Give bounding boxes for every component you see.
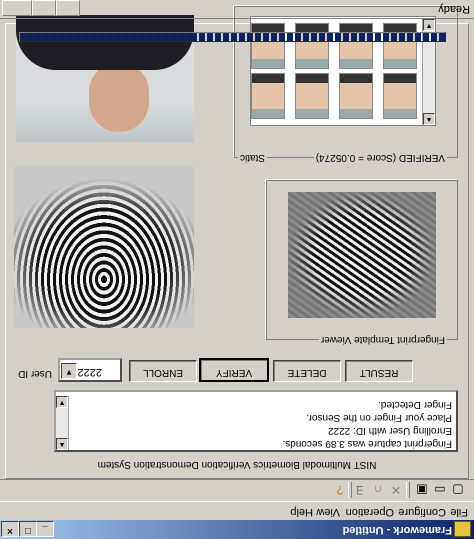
app-icon (454, 521, 471, 537)
fingerprint-template-image (288, 192, 436, 318)
face (89, 62, 149, 132)
log-line: Finger Detected. (378, 399, 452, 410)
static-label: Static (237, 152, 267, 163)
fingerprint-image (14, 166, 194, 328)
face-thumbnail[interactable] (295, 73, 329, 119)
system-title: NIST Multimodal Biometrics Verification … (97, 459, 377, 470)
face-thumbnail[interactable] (339, 23, 373, 69)
shirt (16, 15, 194, 70)
scroll-down-icon[interactable]: ▼ (56, 396, 68, 408)
paste-icon[interactable]: ∃ (352, 482, 368, 498)
face-thumbnail[interactable] (383, 73, 417, 119)
template-viewer-group: Fingerprint Template Viewer (266, 180, 458, 345)
menu-file[interactable]: File (450, 506, 468, 518)
template-viewer-label: Fingerprint Template Viewer (318, 334, 447, 345)
save-icon[interactable]: ▣ (414, 482, 430, 498)
cut-icon[interactable]: ✕ (388, 482, 404, 498)
log-line: Place your Finger on the Sensor. (306, 412, 452, 423)
menu-view[interactable]: View (316, 506, 340, 518)
face-thumbnail[interactable] (295, 23, 329, 69)
delete-button[interactable]: DELETE (273, 360, 341, 382)
enroll-button[interactable]: ENROLL (129, 360, 197, 382)
maximize-button[interactable]: □ (19, 521, 37, 537)
face-thumbnail[interactable] (339, 73, 373, 119)
about-icon[interactable]: ? (332, 482, 348, 498)
menu-configure[interactable]: Configure (398, 506, 446, 518)
status-pane (32, 0, 56, 16)
open-icon[interactable]: ▭ (432, 482, 448, 498)
minimize-button[interactable]: _ (36, 521, 54, 537)
status-pane (56, 0, 80, 16)
main-canvas: NIST Multimodal Biometrics Verification … (5, 6, 469, 479)
message-log[interactable]: Fingerprint capture was 3.89 seconds. En… (54, 390, 458, 452)
status-bar: Ready (0, 0, 474, 19)
progress-fill (20, 33, 445, 41)
verify-button[interactable]: VERIFY (199, 358, 269, 382)
face-thumbnail[interactable] (383, 23, 417, 69)
menu-help[interactable]: Help (290, 506, 313, 518)
toolbar-separator (348, 482, 352, 498)
progress-bar (19, 32, 446, 42)
user-id-value: 2222 (77, 366, 102, 378)
verified-score: VERIFIED (Score = 0.05274) (313, 152, 447, 163)
scroll-up-icon[interactable]: ▲ (423, 113, 435, 125)
copy-icon[interactable]: ∩ (370, 482, 386, 498)
log-line: Enrolling User with ID: 2222 (328, 425, 452, 436)
status-text: Ready (438, 3, 470, 15)
title-bar[interactable]: Framework - Untitled _ □ × (0, 520, 474, 539)
dropdown-arrow-icon[interactable]: ▼ (61, 363, 77, 379)
result-button[interactable]: RESULT (345, 360, 413, 382)
scroll-down-icon[interactable]: ▼ (423, 19, 435, 31)
log-scrollbar[interactable]: ▲ ▼ (56, 396, 69, 450)
user-id-label: User ID (18, 368, 52, 379)
status-pane (2, 0, 32, 16)
log-line: Fingerprint capture was 3.89 seconds. (282, 438, 452, 449)
menu-bar: File Configure Operation View Help (0, 502, 474, 520)
window-title: Framework - Untitled (342, 524, 452, 536)
toolbar: ▢ ▭ ▣ ✕ ∩ ∃ ? (0, 479, 474, 502)
close-button[interactable]: × (1, 521, 19, 537)
app-window: Framework - Untitled _ □ × File Configur… (0, 0, 474, 539)
user-id-combobox[interactable]: 2222 ▼ (58, 358, 122, 382)
face-thumbnail[interactable] (251, 73, 285, 119)
new-icon[interactable]: ▢ (450, 482, 466, 498)
scroll-up-icon[interactable]: ▲ (56, 438, 68, 450)
toolbar-separator (406, 482, 410, 498)
menu-operation[interactable]: Operation (346, 506, 394, 518)
face-thumbnail[interactable] (251, 23, 285, 69)
